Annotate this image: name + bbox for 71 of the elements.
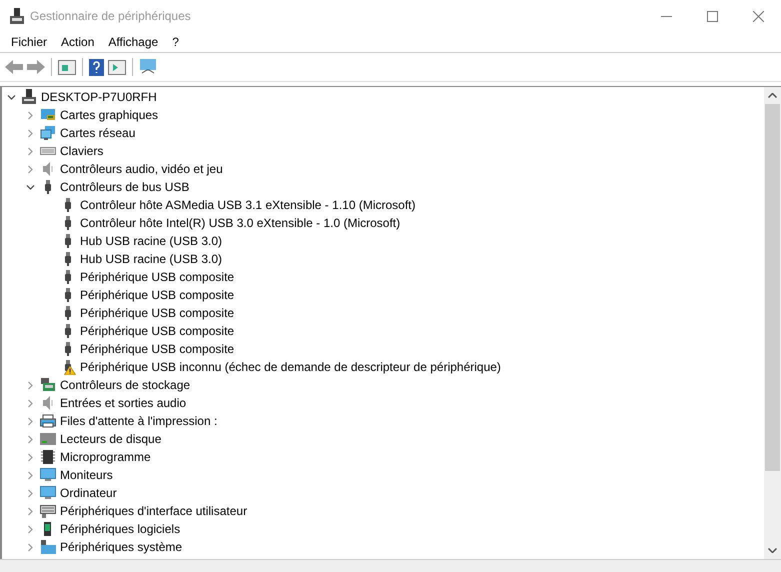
expand-chevron-icon[interactable]	[26, 506, 34, 516]
computer-icon	[21, 89, 37, 105]
expand-chevron-icon[interactable]	[26, 398, 34, 408]
help-icon[interactable]	[89, 58, 104, 76]
tree-item[interactable]: Périphérique USB composite	[80, 340, 234, 358]
tree-item[interactable]: Hub USB racine (USB 3.0)	[80, 232, 222, 250]
tree-item[interactable]: Périphériques système	[60, 538, 182, 556]
window-title: Gestionnaire de périphériques	[30, 8, 191, 25]
tree-item[interactable]: Ordinateur	[60, 484, 117, 502]
collapse-chevron-icon[interactable]	[26, 182, 34, 192]
tree-item[interactable]: Lecteurs de disque	[60, 430, 162, 448]
printer-icon	[40, 413, 56, 429]
tree-item[interactable]: Contrôleur hôte ASMedia USB 3.1 eXtensible - 1.10 (Microsoft)	[80, 196, 416, 214]
menu-item[interactable]: Fichier	[4, 32, 54, 52]
expand-chevron-icon[interactable]	[26, 164, 34, 174]
tree-item[interactable]: Contrôleurs de bus USB	[60, 178, 190, 196]
console-tree-icon[interactable]	[58, 60, 76, 74]
tree-item[interactable]: Hub USB racine (USB 3.0)	[80, 250, 222, 268]
monitor-icon	[40, 485, 56, 501]
tree-item[interactable]: DESKTOP-P7U0RFH	[41, 88, 157, 106]
tree-item[interactable]: Moniteurs	[60, 466, 113, 484]
close-icon[interactable]	[752, 10, 764, 22]
menu-item[interactable]: Affichage	[101, 32, 166, 52]
monitor-icon	[40, 467, 56, 483]
scrollbar[interactable]	[764, 87, 781, 559]
scroll-thumb[interactable]	[765, 104, 780, 471]
storage-icon	[40, 377, 56, 393]
expand-chevron-icon[interactable]	[26, 146, 34, 156]
tree-item[interactable]: Contrôleur hôte Intel(R) USB 3.0 eXtensible - 1.0 (Microsoft)	[80, 214, 400, 232]
network-icon	[40, 125, 56, 141]
scroll-up-icon[interactable]	[768, 93, 777, 98]
tree-item[interactable]: Claviers	[60, 142, 104, 160]
tree-item[interactable]: Périphériques logiciels	[60, 520, 180, 538]
expand-chevron-icon[interactable]	[26, 488, 34, 498]
tree-item[interactable]: Cartes réseau	[60, 124, 136, 142]
expand-chevron-icon[interactable]	[26, 110, 34, 120]
forward-arrow-icon[interactable]	[27, 60, 45, 74]
tree-item[interactable]: Entrées et sorties audio	[60, 394, 186, 412]
display-card-icon	[40, 107, 56, 123]
menu-item[interactable]: ?	[165, 32, 186, 52]
expand-chevron-icon[interactable]	[26, 470, 34, 480]
monitor-icon[interactable]	[139, 59, 157, 75]
tree-item[interactable]: Périphérique USB composite	[80, 304, 234, 322]
tree-item[interactable]: Périphériques d'interface utilisateur	[60, 502, 248, 520]
back-arrow-icon[interactable]	[5, 60, 23, 74]
expand-chevron-icon[interactable]	[26, 452, 34, 462]
chip-icon	[40, 449, 56, 465]
scroll-down-icon[interactable]	[768, 548, 777, 553]
tree-item[interactable]: Contrôleurs audio, vidéo et jeu	[60, 160, 223, 178]
tree-item[interactable]: Files d'attente à l'impression :	[60, 412, 218, 430]
tree-item[interactable]: Périphérique USB composite	[80, 286, 234, 304]
expand-chevron-icon[interactable]	[26, 416, 34, 426]
expand-chevron-icon[interactable]	[26, 524, 34, 534]
disk-drive-icon	[40, 431, 56, 447]
expand-chevron-icon[interactable]	[26, 128, 34, 138]
expand-chevron-icon[interactable]	[26, 542, 34, 552]
tree-item[interactable]: Périphérique USB inconnu (échec de demande de descripteur de périphérique)	[80, 358, 501, 376]
system-folder-icon	[40, 539, 56, 555]
keyboard-icon	[40, 503, 56, 519]
expand-chevron-icon[interactable]	[26, 434, 34, 444]
expand-chevron-icon[interactable]	[26, 380, 34, 390]
tree-item[interactable]: Périphérique USB composite	[80, 268, 234, 286]
tree-item[interactable]: Contrôleurs de stockage	[60, 376, 190, 394]
maximize-icon[interactable]	[706, 10, 718, 22]
action-pane-icon[interactable]	[108, 60, 126, 74]
app-icon	[10, 8, 24, 24]
collapse-chevron-icon[interactable]	[6, 92, 16, 102]
tree-item[interactable]: Microprogramme	[60, 448, 151, 466]
tree-item[interactable]: Périphérique USB composite	[80, 322, 234, 340]
tree-item[interactable]: Cartes graphiques	[60, 106, 158, 124]
menu-item[interactable]: Action	[54, 32, 102, 52]
